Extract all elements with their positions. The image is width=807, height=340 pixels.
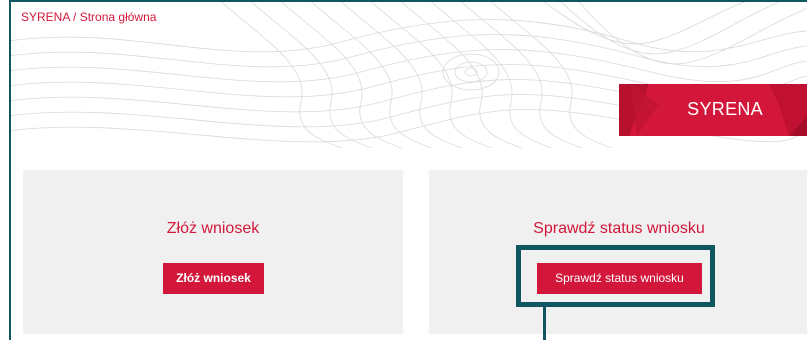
submit-card-title: Złóż wniosek [166,220,260,237]
check-status-card: Sprawdź status wniosku Sprawdź status wn… [429,170,807,334]
breadcrumb: SYRENA / Strona główna [21,10,156,24]
status-card-title: Sprawdź status wniosku [533,220,705,237]
check-status-button[interactable]: Sprawdź status wniosku [537,263,702,294]
breadcrumb-current: Strona główna [79,10,157,24]
submit-application-card: Złóż wniosek Złóż wniosek [23,170,403,334]
submit-application-button[interactable]: Złóż wniosek [163,263,264,294]
breadcrumb-home-link[interactable]: SYRENA [21,10,70,24]
hero-header: SYRENA / Strona główna SYRENA [11,2,807,148]
syrena-banner: SYRENA [619,84,807,136]
page-frame: SYRENA / Strona główna SYRENA Złóż wnios… [9,0,807,340]
banner-title: SYRENA [687,99,763,119]
breadcrumb-separator: / [73,10,77,24]
